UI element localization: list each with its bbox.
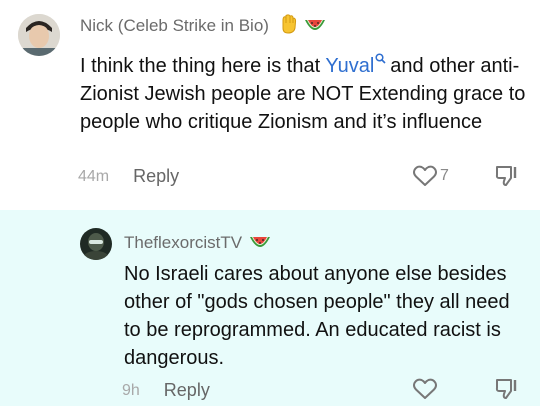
thumbs-down-icon <box>495 379 517 399</box>
avatar[interactable] <box>18 14 60 56</box>
username[interactable]: Nick (Celeb Strike in Bio) <box>80 14 326 39</box>
dislike-button[interactable] <box>494 164 520 193</box>
watermelon-icon <box>249 235 271 256</box>
comment-text: No Israeli cares about anyone else besid… <box>124 263 510 369</box>
like-button[interactable] <box>412 377 438 401</box>
username-text: Nick (Celeb Strike in Bio) <box>80 16 269 35</box>
timestamp: 44m <box>78 167 110 185</box>
avatar[interactable] <box>80 228 112 260</box>
username-text: TheflexorcistTV <box>124 233 243 252</box>
dislike-button[interactable] <box>494 377 520 406</box>
reply-button[interactable]: Reply <box>164 380 210 401</box>
heart-icon <box>413 378 437 399</box>
avatar-photo <box>80 228 112 260</box>
username[interactable]: TheflexorcistTV <box>124 233 271 256</box>
comment-text-part: I think the thing here is that <box>80 55 326 77</box>
avatar-photo <box>18 14 60 56</box>
heart-icon <box>413 165 437 186</box>
like-button[interactable]: 7 <box>412 164 449 188</box>
comment-meta: 9h Reply <box>122 380 210 401</box>
mention-link[interactable]: Yuval <box>325 55 374 77</box>
watermelon-icon <box>304 18 326 39</box>
reply-button[interactable]: Reply <box>133 166 179 187</box>
search-icon <box>375 44 386 72</box>
raised-fist-icon <box>280 14 298 39</box>
comment-1: Nick (Celeb Strike in Bio) I think the t… <box>0 0 540 210</box>
thumbs-down-icon <box>495 166 517 186</box>
comment-text: I think the thing here is that Yuval and … <box>80 44 530 136</box>
comment-meta: 44m Reply <box>78 166 179 187</box>
like-count: 7 <box>440 167 449 184</box>
timestamp: 9h <box>122 381 140 399</box>
